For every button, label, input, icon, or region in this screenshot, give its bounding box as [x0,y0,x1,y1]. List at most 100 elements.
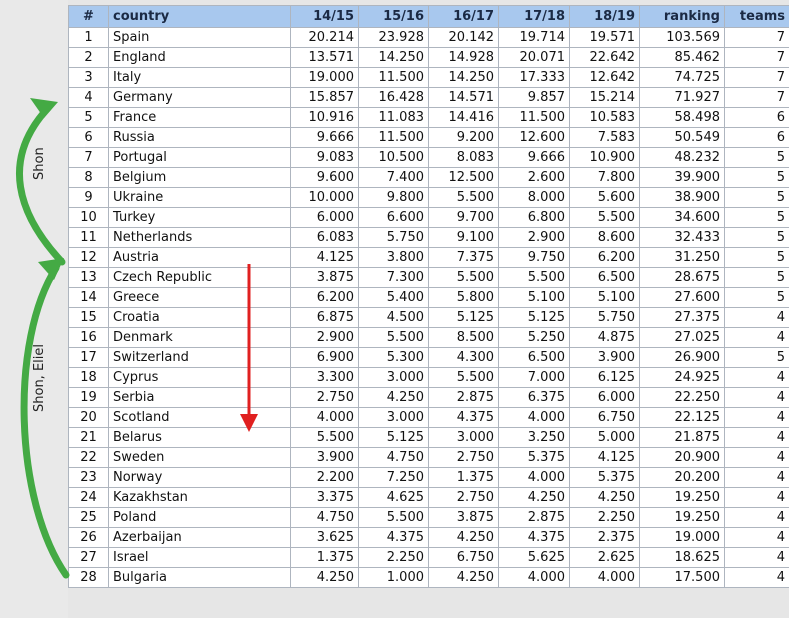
cell-col-1718: 4.250 [498,487,570,508]
cell-col-1617: 2.750 [428,487,499,508]
cell-col-rank: 8 [68,167,109,188]
cell-col-teams: 5 [724,347,789,368]
cell-col-ranking: 18.625 [639,547,725,568]
cell-col-1516: 9.800 [358,187,429,208]
table-row: 21 Belarus 5.500 5.125 3.000 3.250 5.000 21.875… [68,427,789,448]
ranking-table-container: # country 14/15 15/16 16/17 17/18 18/19 ranking… [68,5,789,588]
cell-col-1617: 4.300 [428,347,499,368]
cell-col-1415: 3.875 [290,267,359,288]
cell-col-1819: 10.900 [569,147,640,168]
cell-col-country: Israel [108,547,291,568]
cell-col-teams: 5 [724,287,789,308]
header-col-1516[interactable]: 15/16 [358,5,429,28]
cell-col-teams: 5 [724,187,789,208]
table-row: 10 Turkey 6.000 6.600 9.700 6.800 5.500 34.600 5 [68,207,789,228]
cell-col-country: Netherlands [108,227,291,248]
cell-col-1819: 22.642 [569,47,640,68]
cell-col-rank: 27 [68,547,109,568]
cell-col-1617: 3.875 [428,507,499,528]
cell-col-ranking: 22.125 [639,407,725,428]
table-row: 3 Italy 19.000 11.500 14.250 17.333 12.642 74.7… [68,67,789,88]
cell-col-1415: 2.200 [290,467,359,488]
table-header-row: # country 14/15 15/16 16/17 17/18 18/19 ranking… [68,5,789,28]
cell-col-1819: 5.500 [569,207,640,228]
header-col-ranking[interactable]: ranking [639,5,725,28]
cell-col-1819: 5.750 [569,307,640,328]
cell-col-rank: 9 [68,187,109,208]
cell-col-country: Sweden [108,447,291,468]
cell-col-1718: 11.500 [498,107,570,128]
cell-col-teams: 4 [724,547,789,568]
table-row: 12 Austria 4.125 3.800 7.375 9.750 6.200 31.250… [68,247,789,268]
cell-col-rank: 4 [68,87,109,108]
cell-col-country: Italy [108,67,291,88]
cell-col-rank: 15 [68,307,109,328]
cell-col-1516: 2.250 [358,547,429,568]
cell-col-rank: 24 [68,487,109,508]
cell-col-country: Switzerland [108,347,291,368]
cell-col-1617: 14.416 [428,107,499,128]
cell-col-1516: 11.500 [358,127,429,148]
cell-col-1415: 1.375 [290,547,359,568]
cell-col-rank: 28 [68,567,109,588]
cell-col-1819: 4.000 [569,567,640,588]
cell-col-1415: 6.200 [290,287,359,308]
cell-col-1516: 5.400 [358,287,429,308]
cell-col-1516: 4.625 [358,487,429,508]
cell-col-ranking: 22.250 [639,387,725,408]
cell-col-country: Spain [108,27,291,48]
cell-col-rank: 10 [68,207,109,228]
cell-col-country: Greece [108,287,291,308]
cell-col-1415: 4.250 [290,567,359,588]
table-row: 26 Azerbaijan 3.625 4.375 4.250 4.375 2.375 19.… [68,527,789,548]
cell-col-teams: 4 [724,447,789,468]
table-row: 5 France 10.916 11.083 14.416 11.500 10.583 58.… [68,107,789,128]
cell-col-rank: 11 [68,227,109,248]
cell-col-teams: 5 [724,227,789,248]
cell-col-1819: 10.583 [569,107,640,128]
cell-col-teams: 4 [724,307,789,328]
cell-col-teams: 6 [724,127,789,148]
cell-col-1718: 5.500 [498,267,570,288]
cell-col-country: Czech Republic [108,267,291,288]
cell-col-rank: 26 [68,527,109,548]
header-col-rank[interactable]: # [68,5,109,28]
cell-col-rank: 13 [68,267,109,288]
cell-col-1516: 4.500 [358,307,429,328]
table-row: 20 Scotland 4.000 3.000 4.375 4.000 6.750 22.12… [68,407,789,428]
header-col-1819[interactable]: 18/19 [569,5,640,28]
cell-col-teams: 4 [724,527,789,548]
cell-col-ranking: 71.927 [639,87,725,108]
cell-col-teams: 4 [724,427,789,448]
cell-col-ranking: 103.569 [639,27,725,48]
cell-col-rank: 17 [68,347,109,368]
cell-col-teams: 4 [724,567,789,588]
table-body: 1 Spain 20.214 23.928 20.142 19.714 19.571 103.… [68,27,789,588]
ranking-table: # country 14/15 15/16 16/17 17/18 18/19 ranking… [68,5,789,588]
cell-col-rank: 1 [68,27,109,48]
cell-col-rank: 3 [68,67,109,88]
cell-col-rank: 20 [68,407,109,428]
cell-col-1718: 2.875 [498,507,570,528]
header-col-country[interactable]: country [108,5,291,28]
cell-col-1819: 6.125 [569,367,640,388]
cell-col-ranking: 27.375 [639,307,725,328]
cell-col-1516: 16.428 [358,87,429,108]
header-col-1415[interactable]: 14/15 [290,5,359,28]
cell-col-1819: 8.600 [569,227,640,248]
cell-col-1617: 5.125 [428,307,499,328]
cell-col-1617: 9.200 [428,127,499,148]
header-col-1617[interactable]: 16/17 [428,5,499,28]
cell-col-ranking: 27.025 [639,327,725,348]
table-row: 9 Ukraine 10.000 9.800 5.500 8.000 5.600 38.900… [68,187,789,208]
header-col-teams[interactable]: teams [724,5,789,28]
cell-col-1718: 8.000 [498,187,570,208]
cell-col-1516: 3.000 [358,367,429,388]
cell-col-1617: 3.000 [428,427,499,448]
cell-col-1819: 2.625 [569,547,640,568]
cell-col-1415: 9.083 [290,147,359,168]
header-col-1718[interactable]: 17/18 [498,5,570,28]
cell-col-1617: 1.375 [428,467,499,488]
cell-col-country: Turkey [108,207,291,228]
cell-col-country: Denmark [108,327,291,348]
